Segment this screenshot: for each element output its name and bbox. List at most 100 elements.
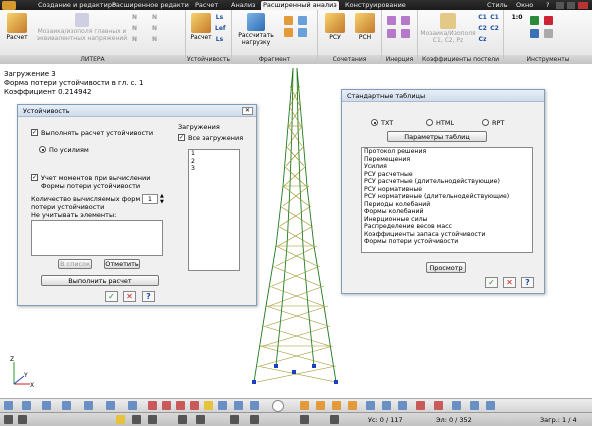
c2-icon[interactable]: C2 [490,25,499,33]
lambda-icon[interactable]: Ls [215,36,224,44]
tool-icon[interactable] [330,415,339,424]
ignore-elements-list[interactable] [31,220,163,256]
menu-tab-analysis[interactable]: Анализ [229,1,258,10]
tool-icon[interactable] [234,401,243,410]
inertia-icon[interactable] [387,29,396,38]
fragment-tool-icon[interactable] [298,28,307,37]
tool-icon[interactable] [18,415,27,424]
tool-icon[interactable] [470,401,479,410]
fragment-tool-icon[interactable] [298,16,307,25]
tool-icon[interactable] [316,401,325,410]
rsu-button[interactable]: РСУ [322,13,348,41]
tool-icon[interactable] [218,401,227,410]
lef-icon[interactable]: Lef [215,25,226,33]
tool-icon[interactable] [196,415,205,424]
menu-tab-advanced-edit[interactable]: Расширенное редакти [110,1,191,10]
load-item[interactable]: 3 [189,165,239,173]
loads-list[interactable]: 1 2 3 [188,149,240,271]
tool-icon[interactable] [128,401,137,410]
cancel-icon[interactable]: ✕ [123,291,136,302]
format-html-radio[interactable] [426,119,433,126]
scale-icon[interactable]: 1:0 [510,14,524,22]
n-icon[interactable]: N [150,25,159,33]
tool-icon[interactable] [530,16,539,25]
n-icon[interactable]: N [150,14,159,22]
menu-tab-calculation[interactable]: Расчет [193,1,220,10]
tool-icon[interactable] [204,401,213,410]
table-item[interactable]: Формы потери устойчивости [362,238,532,246]
mark-button[interactable]: Отметить [104,259,140,269]
tool-icon[interactable] [250,415,259,424]
color-circle-icon[interactable] [272,400,284,412]
lambda-icon[interactable]: Ls [215,14,224,22]
load-item[interactable]: 1 [189,150,239,158]
tool-icon[interactable] [190,401,199,410]
tool-icon[interactable] [148,415,157,424]
close-icon[interactable] [578,2,588,9]
tool-icon[interactable] [416,401,425,410]
tool-icon[interactable] [530,29,539,38]
tool-icon[interactable] [4,415,13,424]
menu-window[interactable]: Окно [514,1,535,10]
table-item[interactable]: Инерционные силы [362,216,532,224]
tool-icon[interactable] [230,415,239,424]
bed-mosaic-button[interactable]: Мозаика/Изополя C1, C2, Pz [420,13,476,44]
tool-icon[interactable] [452,401,461,410]
cz-icon[interactable]: Cz [478,36,487,44]
tool-icon[interactable] [132,415,141,424]
tool-icon[interactable] [22,401,31,410]
inertia-icon[interactable] [387,16,396,25]
to-list-button[interactable]: В список [58,259,92,269]
rsn-button[interactable]: РСН [352,13,378,41]
restore-icon[interactable] [567,2,575,9]
litera-calc-button[interactable]: Расчет [4,13,30,41]
litera-mosaic-button[interactable]: Мозаика/изополя главных и эквивалентных … [36,13,128,42]
tool-icon[interactable] [332,401,341,410]
menu-help[interactable]: ? [544,1,551,10]
preview-button[interactable]: Просмотр [426,262,466,273]
perform-stability-checkbox[interactable]: ✓ [31,129,38,136]
tool-icon[interactable] [382,401,391,410]
tool-icon[interactable] [434,401,443,410]
spinner-icon[interactable]: ▲ ▼ [160,193,164,205]
close-icon[interactable]: ✕ [242,107,253,115]
c1-icon[interactable]: C1 [490,14,499,22]
tool-icon[interactable] [106,401,115,410]
table-item[interactable]: Формы колебаний [362,208,532,216]
cancel-icon[interactable]: ✕ [503,277,516,288]
n-icon[interactable]: N [130,14,139,22]
inertia-icon[interactable] [401,29,410,38]
format-rpt-radio[interactable] [482,119,489,126]
table-item[interactable]: РСУ нормативные [362,186,532,194]
tool-icon[interactable] [162,401,171,410]
tool-icon[interactable] [544,16,553,25]
c1-icon[interactable]: C1 [478,14,487,22]
tool-icon[interactable] [486,401,495,410]
menu-tab-create[interactable]: Создание и редактиро [36,1,118,10]
n-icon[interactable]: N [130,36,139,44]
consider-moments-checkbox[interactable]: ✓ [31,174,38,181]
table-item[interactable]: РСУ нормативные (длительнодействующие) [362,193,532,201]
ok-icon[interactable]: ✓ [485,277,498,288]
table-params-button[interactable]: Параметры таблиц [387,131,487,142]
tool-icon[interactable] [84,401,93,410]
calc-load-button[interactable]: Рассчитать нагрузку [236,13,276,46]
stability-calc-button[interactable]: Расчет [189,13,213,41]
menu-tab-advanced-analysis[interactable]: Расширенный анализ [261,1,339,10]
tool-icon[interactable] [62,401,71,410]
minimize-icon[interactable] [556,2,564,9]
table-item[interactable]: Периоды колебаний [362,201,532,209]
load-item[interactable]: 2 [189,158,239,166]
tables-list[interactable]: Протокол решения Перемещения Усилия РСУ … [361,147,533,253]
forms-count-input[interactable]: 1 [142,194,158,204]
table-item[interactable]: Коэффициенты запаса устойчивости [362,231,532,239]
tool-icon[interactable] [250,401,259,410]
run-calculation-button[interactable]: Выполнить расчет [41,275,159,286]
tool-icon[interactable] [176,401,185,410]
tool-icon[interactable] [4,401,13,410]
table-item[interactable]: Протокол решения [362,148,532,156]
tool-icon[interactable] [348,401,357,410]
by-forces-radio[interactable] [39,146,46,153]
format-txt-radio[interactable] [371,119,378,126]
fragment-tool-icon[interactable] [284,16,293,25]
